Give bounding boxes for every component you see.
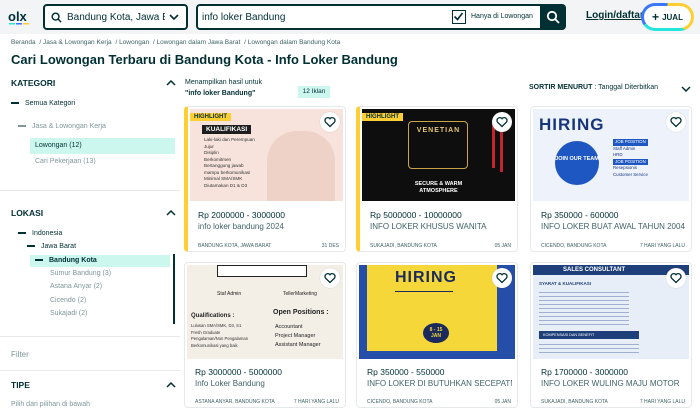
breadcrumb-item[interactable]: Lowongan <box>119 39 149 46</box>
search-icon <box>51 12 62 23</box>
listing-location: CICENDO, BANDUNG KOTA <box>541 243 607 249</box>
sort-dropdown[interactable]: SORTIR MENURUT : Tanggal Diterbitkan <box>529 84 658 91</box>
search-button[interactable] <box>540 4 566 30</box>
chevron-up-icon[interactable] <box>166 380 176 390</box>
heart-icon <box>496 117 508 128</box>
top-header: olx Bandung Kota, Jawa Barat info loker … <box>0 0 700 34</box>
result-summary: Menampilkan hasil untuk "info loker Band… <box>185 77 262 99</box>
listing-location: ASTANA ANYAR, BANDUNG KOTA <box>195 399 275 405</box>
category-cari-pekerjaan[interactable]: Cari Pekerjaan (13) <box>35 158 96 165</box>
filter-label: Filter <box>11 350 29 359</box>
listing-date: 7 HARI YANG LALU <box>293 399 339 405</box>
search-input[interactable]: info loker Bandung Hanya di Lowongan <box>196 4 542 30</box>
category-jasa-lowongan[interactable]: Jasa & Lowongan Kerja <box>18 123 106 130</box>
sell-label: JUAL <box>662 12 683 22</box>
category-lowongan[interactable]: Lowongan (12) <box>35 142 82 149</box>
listing-card[interactable]: KUALIFIKASI Laki-laki dan Perempuan Jujur… <box>184 106 346 252</box>
location-value: Bandung Kota, Jawa Barat <box>67 12 165 23</box>
showing-label: Menampilkan hasil untuk <box>185 79 263 86</box>
listing-card[interactable]: VENETIAN SECURE & WARM ATMOSPHERE HIGHLIG… <box>356 106 518 252</box>
listing-price: Rp 350000 - 600000 <box>541 210 619 220</box>
listing-location: CICENDO, BANDUNG KOTA <box>367 399 433 405</box>
kategori-heading[interactable]: KATEGORI <box>11 78 55 88</box>
page-title: Cari Lowongan Terbaru di Bandung Kota - … <box>11 52 398 67</box>
chevron-down-icon <box>169 14 179 21</box>
listing-price: Rp 1700000 - 3000000 <box>541 367 628 377</box>
tipe-subtitle: Pilih dari pilihan di bawah <box>11 401 90 408</box>
result-count-badge: 12 Iklan <box>298 86 330 98</box>
listing-title[interactable]: INFO LOKER DI BUTUHKAN SECEPATNYA <box>367 379 512 388</box>
location-jawa-barat[interactable]: Jawa Barat <box>27 243 76 250</box>
listing-title[interactable]: info loker bandung 2024 <box>198 222 343 231</box>
listing-price: Rp 2000000 - 3000000 <box>198 210 285 220</box>
heart-icon <box>670 117 682 128</box>
listing-card[interactable]: SALES CONSULTANT SYARAT & KUALIFIKASI KO… <box>530 262 692 408</box>
search-icon <box>546 10 560 24</box>
listing-price: Rp 3000000 - 5000000 <box>195 367 282 377</box>
heart-icon <box>324 117 336 128</box>
location-astana-anyar[interactable]: Astana Anyar (2) <box>50 283 102 290</box>
olx-logo[interactable]: olx <box>8 7 32 27</box>
divider <box>0 370 180 371</box>
check-icon <box>453 12 464 21</box>
breadcrumb-item[interactable]: Lowongan dalam Jawa Barat <box>157 39 241 46</box>
breadcrumb-item[interactable]: Lowongan dalam Bandung Kota <box>248 39 341 46</box>
tipe-heading[interactable]: TIPE <box>11 380 30 390</box>
favorite-button[interactable] <box>492 112 512 132</box>
divider <box>0 336 180 337</box>
favorite-button[interactable] <box>666 112 686 132</box>
listing-date: 7 HARI YANG LALU <box>639 399 685 405</box>
chevron-up-icon[interactable] <box>166 208 176 218</box>
location-selector[interactable]: Bandung Kota, Jawa Barat <box>43 4 188 30</box>
listing-card[interactable]: HIRING JOIN OUR TEAM JOB POSITION Staff … <box>530 106 692 252</box>
location-cicendo[interactable]: Cicendo (2) <box>50 297 86 304</box>
highlight-badge: HIGHLIGHT <box>362 113 403 121</box>
listing-title[interactable]: Info Loker Bandung <box>195 379 340 388</box>
heart-icon <box>496 273 508 284</box>
heart-icon <box>670 273 682 284</box>
listing-card[interactable]: Staf Admin TellerMarketing Open Position… <box>184 262 346 408</box>
result-query: "info loker Bandung" <box>185 90 256 97</box>
favorite-button[interactable] <box>320 112 340 132</box>
svg-text:olx: olx <box>8 9 28 24</box>
breadcrumb-item[interactable]: Beranda <box>11 39 36 46</box>
divider <box>0 190 180 191</box>
chevron-down-icon[interactable] <box>681 84 691 94</box>
listing-date: 7 HARI YANG LALU <box>639 243 685 249</box>
lokasi-heading[interactable]: LOKASI <box>11 208 43 218</box>
listing-title[interactable]: INFO LOKER WULING MAJU MOTOR <box>541 379 686 388</box>
listing-card[interactable]: HIRING 8 - 15 JAN Rp 350000 - 550000 INFO… <box>356 262 518 408</box>
listing-date: 31 DES <box>321 243 339 249</box>
login-link[interactable]: Login/daftar <box>586 10 644 21</box>
listing-price: Rp 350000 - 550000 <box>367 367 445 377</box>
breadcrumb: Beranda / Jasa & Lowongan Kerja / Lowong… <box>11 39 341 46</box>
plus-icon: + <box>652 10 660 24</box>
only-in-vacancy-checkbox[interactable] <box>452 10 466 24</box>
location-indonesia[interactable]: Indonesia <box>18 230 62 237</box>
listing-price: Rp 5000000 - 10000000 <box>370 210 462 220</box>
favorite-button[interactable] <box>666 268 686 288</box>
chevron-up-icon[interactable] <box>166 78 176 88</box>
search-value: info loker Bandung <box>202 12 286 23</box>
sell-button[interactable]: + JUAL <box>641 3 694 31</box>
listing-date: 05 JAN <box>494 399 511 405</box>
listing-location: BANDUNG KOTA, JAWA BARAT <box>198 243 272 249</box>
listing-title[interactable]: INFO LOKER BUAT AWAL TAHUN 2004 <box>541 222 686 231</box>
listing-date: 05 JAN <box>494 243 511 249</box>
favorite-button[interactable] <box>320 268 340 288</box>
category-all[interactable]: Semua Kategori <box>11 100 75 107</box>
location-sukajadi[interactable]: Sukajadi (2) <box>50 310 87 317</box>
heart-icon <box>324 273 336 284</box>
only-in-vacancy-label: Hanya di Lowongan <box>471 13 533 20</box>
breadcrumb-item[interactable]: Jasa & Lowongan Kerja <box>43 39 112 46</box>
location-bandung-kota[interactable]: Bandung Kota <box>35 257 97 264</box>
listing-location: SUKAJADI, BANDUNG KOTA <box>541 399 608 405</box>
listing-title[interactable]: INFO LOKER KHUSUS WANITA <box>370 222 515 231</box>
highlight-badge: HIGHLIGHT <box>190 113 231 121</box>
favorite-button[interactable] <box>492 268 512 288</box>
location-scrollbar[interactable] <box>173 254 175 324</box>
listing-location: SUKAJADI, BANDUNG KOTA <box>370 243 437 249</box>
location-sumur-bandung[interactable]: Sumur Bandung (3) <box>50 270 111 277</box>
